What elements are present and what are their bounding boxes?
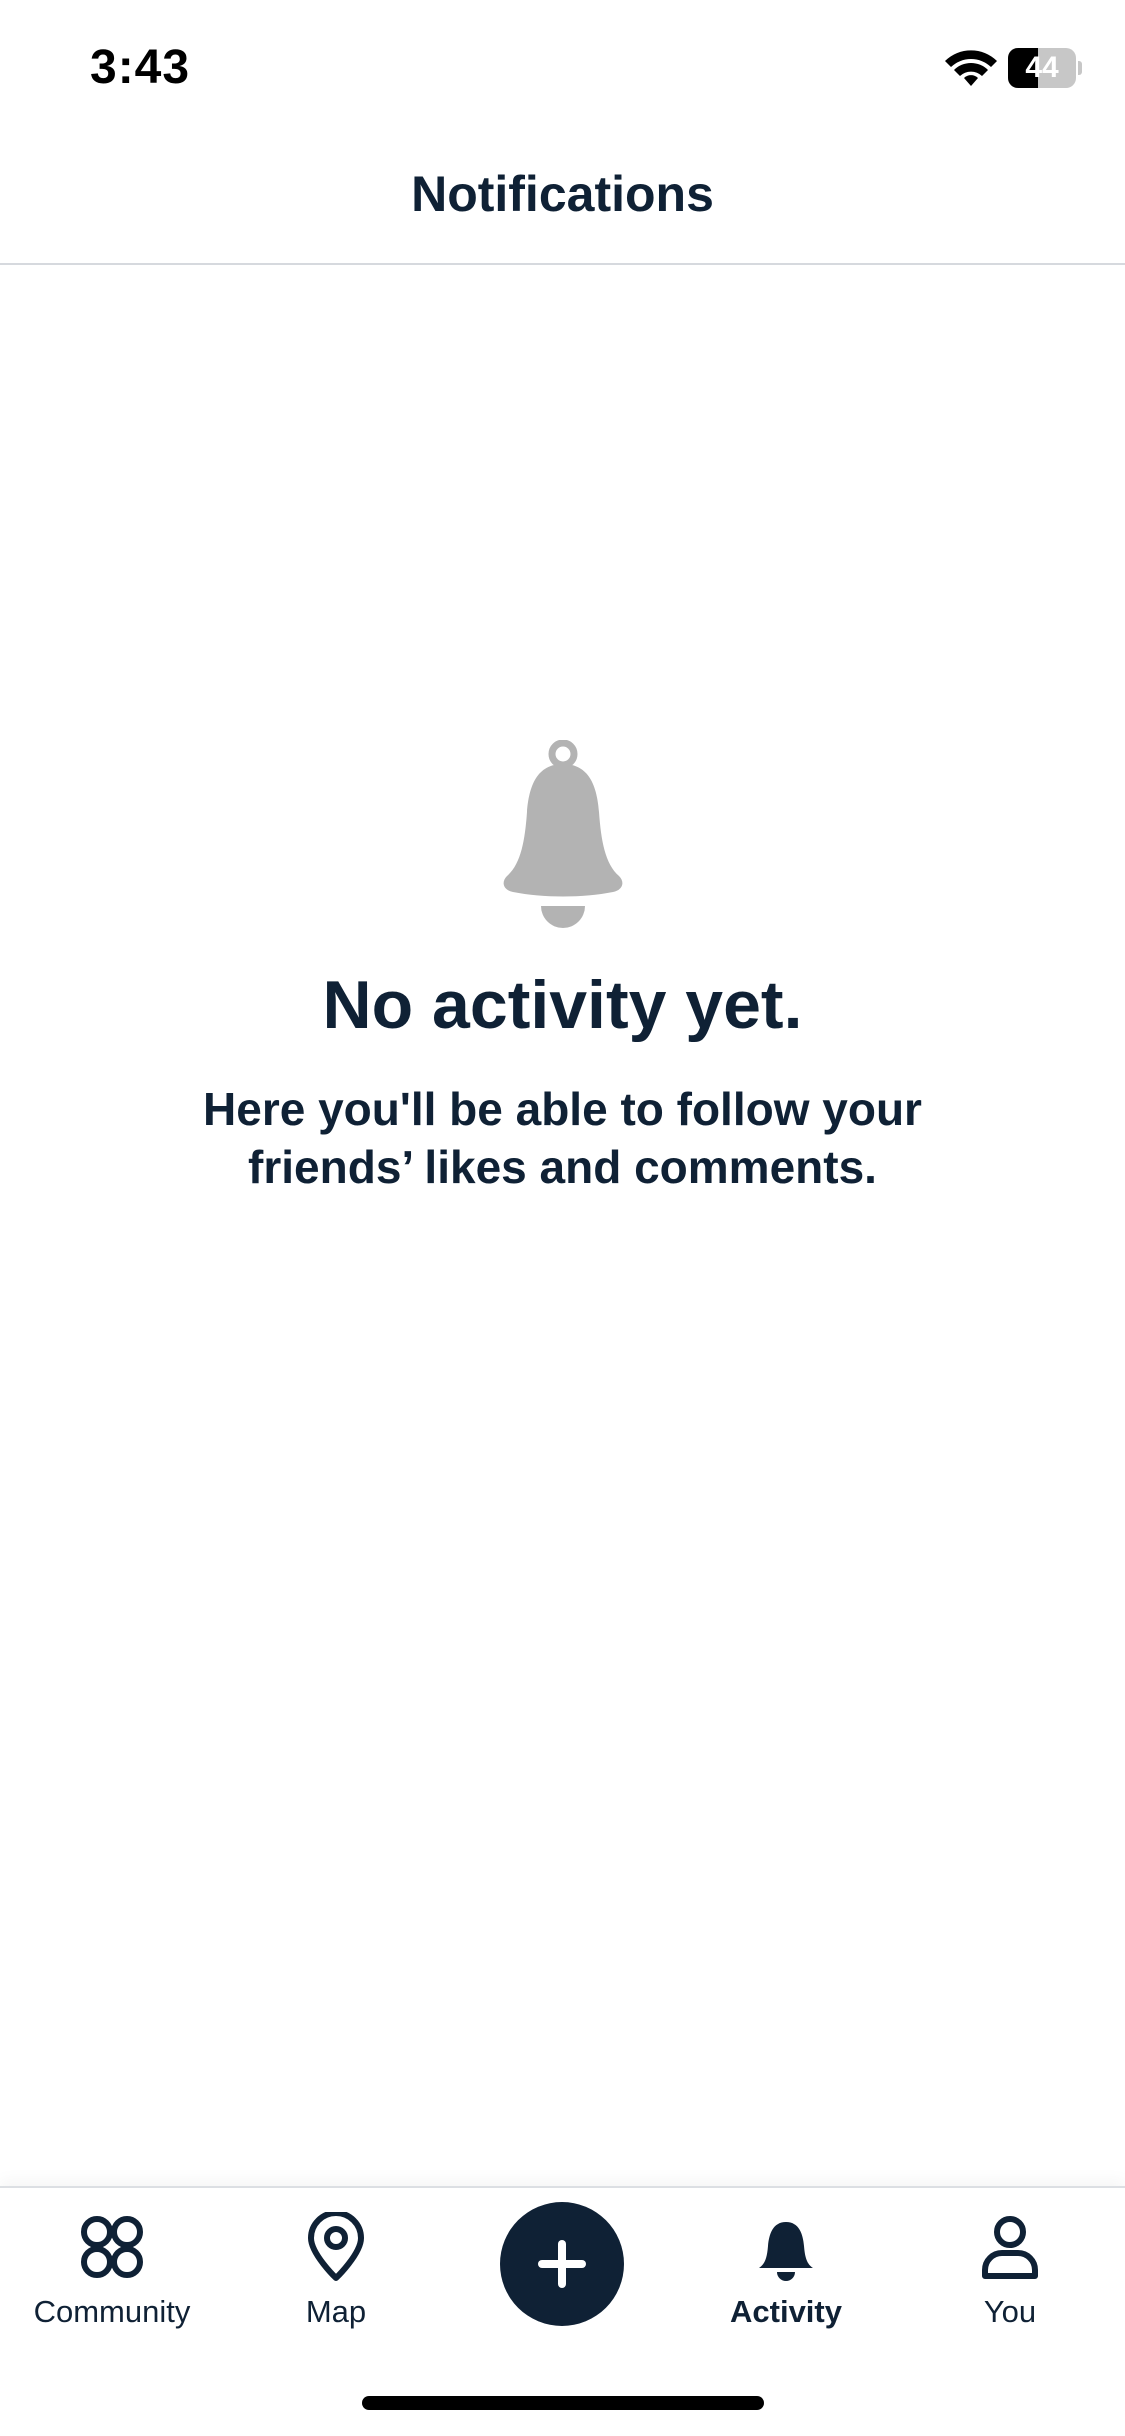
map-pin-icon — [308, 2212, 364, 2281]
empty-state-title: No activity yet. — [322, 967, 803, 1043]
notifications-screen: 3:43 44 Notifications No activity yet. H… — [0, 0, 1125, 2436]
tab-label-map: Map — [305, 2294, 367, 2329]
tab-label-you: You — [983, 2294, 1037, 2329]
bell-icon — [759, 2222, 813, 2281]
tab-community[interactable]: Community — [12, 2212, 212, 2342]
tab-activity[interactable]: Activity — [686, 2212, 886, 2342]
status-bar: 3:43 44 — [0, 0, 1125, 135]
navigation-header: Notifications — [0, 135, 1125, 265]
battery-indicator: 44 — [1008, 48, 1082, 88]
home-indicator[interactable] — [362, 2396, 764, 2410]
tab-label-community: Community — [33, 2294, 191, 2329]
bell-icon — [503, 740, 622, 928]
empty-state: No activity yet. Here you'll be able to … — [0, 740, 1125, 1196]
battery-cap — [1078, 61, 1082, 75]
plus-icon — [538, 2240, 586, 2288]
battery-body: 44 — [1008, 48, 1076, 88]
person-icon — [982, 2216, 1038, 2279]
battery-level: 44 — [1025, 51, 1059, 84]
wifi-icon — [945, 50, 997, 86]
tab-map[interactable]: Map — [236, 2212, 436, 2342]
tab-you[interactable]: You — [910, 2212, 1110, 2342]
empty-state-message: Here you'll be able to follow your frien… — [203, 1083, 922, 1193]
community-grid-icon — [81, 2216, 143, 2278]
add-activity-button[interactable] — [500, 2202, 624, 2326]
status-time: 3:43 — [90, 41, 191, 94]
page-title: Notifications — [411, 166, 714, 222]
tab-label-activity: Activity — [730, 2294, 842, 2329]
